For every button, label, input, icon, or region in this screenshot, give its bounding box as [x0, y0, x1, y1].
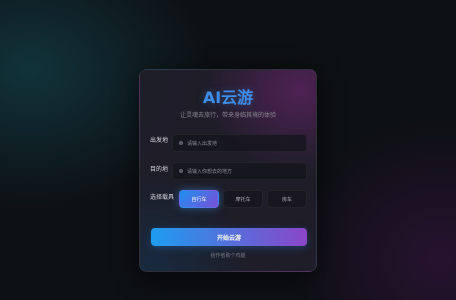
destination-placeholder: 请输入你想去的地方	[187, 168, 233, 175]
vehicle-option-bicycle[interactable]: 自行车	[179, 190, 219, 208]
destination-label: 目的地	[150, 166, 169, 173]
vehicle-option-motorcycle[interactable]: 摩托车	[223, 190, 263, 208]
destination-input[interactable]: 请输入你想去的地方	[172, 162, 307, 180]
origin-input[interactable]: 请输入出发地	[172, 134, 307, 152]
location-icon	[179, 141, 183, 145]
app-subtitle: 让灵魂去旅行，带来身临其境的体验	[179, 112, 276, 119]
app-title: AI云游	[202, 88, 254, 107]
origin-placeholder: 请输入出发地	[187, 140, 218, 147]
location-icon	[179, 169, 183, 173]
vehicle-label: 选择载具	[150, 194, 175, 201]
origin-label: 出发地	[150, 137, 169, 144]
vehicle-option-rv[interactable]: 房车	[267, 190, 307, 208]
travel-form-card: AI云游 让灵魂去旅行，带来身临其境的体验 出发地 请输入出发地 目的地 请输入…	[139, 69, 317, 272]
start-travel-button[interactable]: 开始云游	[151, 228, 307, 246]
footer-note[interactable]: 给作者助个鸡腿	[140, 252, 316, 259]
